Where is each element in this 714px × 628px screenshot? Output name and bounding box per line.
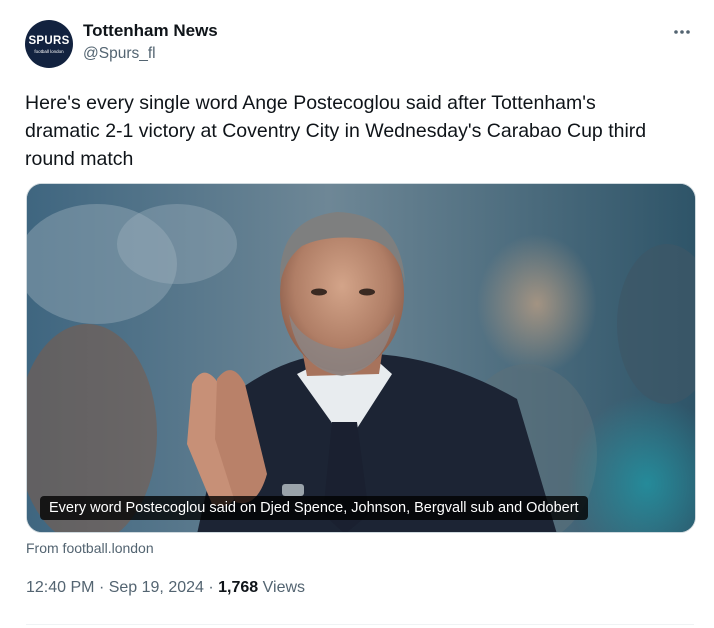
tweet-card[interactable]: SPURS football london Tottenham News @Sp…: [0, 0, 714, 628]
avatar-logo-subtext: football london: [34, 48, 64, 54]
tweet-time[interactable]: 12:40 PM: [26, 579, 94, 596]
tweet-text: Here's every single word Ange Postecoglo…: [25, 92, 647, 170]
author-handle[interactable]: @Spurs_fl: [83, 45, 156, 63]
tweet-date[interactable]: Sep 19, 2024: [109, 579, 204, 596]
tweet-meta: 12:40 PM · Sep 19, 2024 · 1,768 Views: [26, 579, 305, 597]
meta-separator: ·: [98, 579, 105, 596]
meta-separator: ·: [208, 579, 214, 596]
media-caption: Every word Postecoglou said on Djed Spen…: [40, 496, 588, 520]
avatar-logo-text: SPURS: [28, 34, 70, 47]
tweet-media-image[interactable]: [26, 183, 696, 533]
photo-illustration: [27, 184, 695, 532]
views-label: Views: [262, 579, 306, 596]
source-link[interactable]: From football.london: [26, 540, 154, 556]
more-options-button[interactable]: [672, 22, 692, 42]
avatar[interactable]: SPURS football london: [25, 20, 73, 68]
more-horizontal-icon: [674, 30, 690, 34]
views-count: 1,768: [218, 579, 259, 596]
divider: [26, 624, 694, 625]
author-name[interactable]: Tottenham News: [83, 21, 218, 41]
